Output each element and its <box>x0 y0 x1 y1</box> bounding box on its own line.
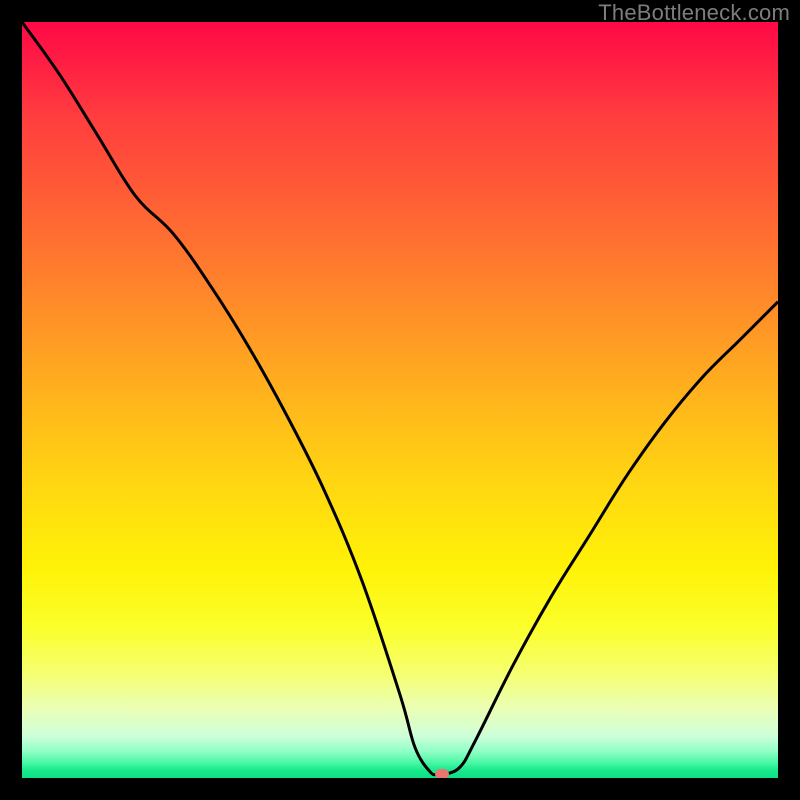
curve-path <box>22 22 778 775</box>
bottleneck-curve <box>22 22 778 778</box>
plot-area <box>22 22 778 778</box>
watermark-text: TheBottleneck.com <box>598 0 790 26</box>
minimum-marker <box>435 769 449 778</box>
chart-frame: TheBottleneck.com <box>0 0 800 800</box>
